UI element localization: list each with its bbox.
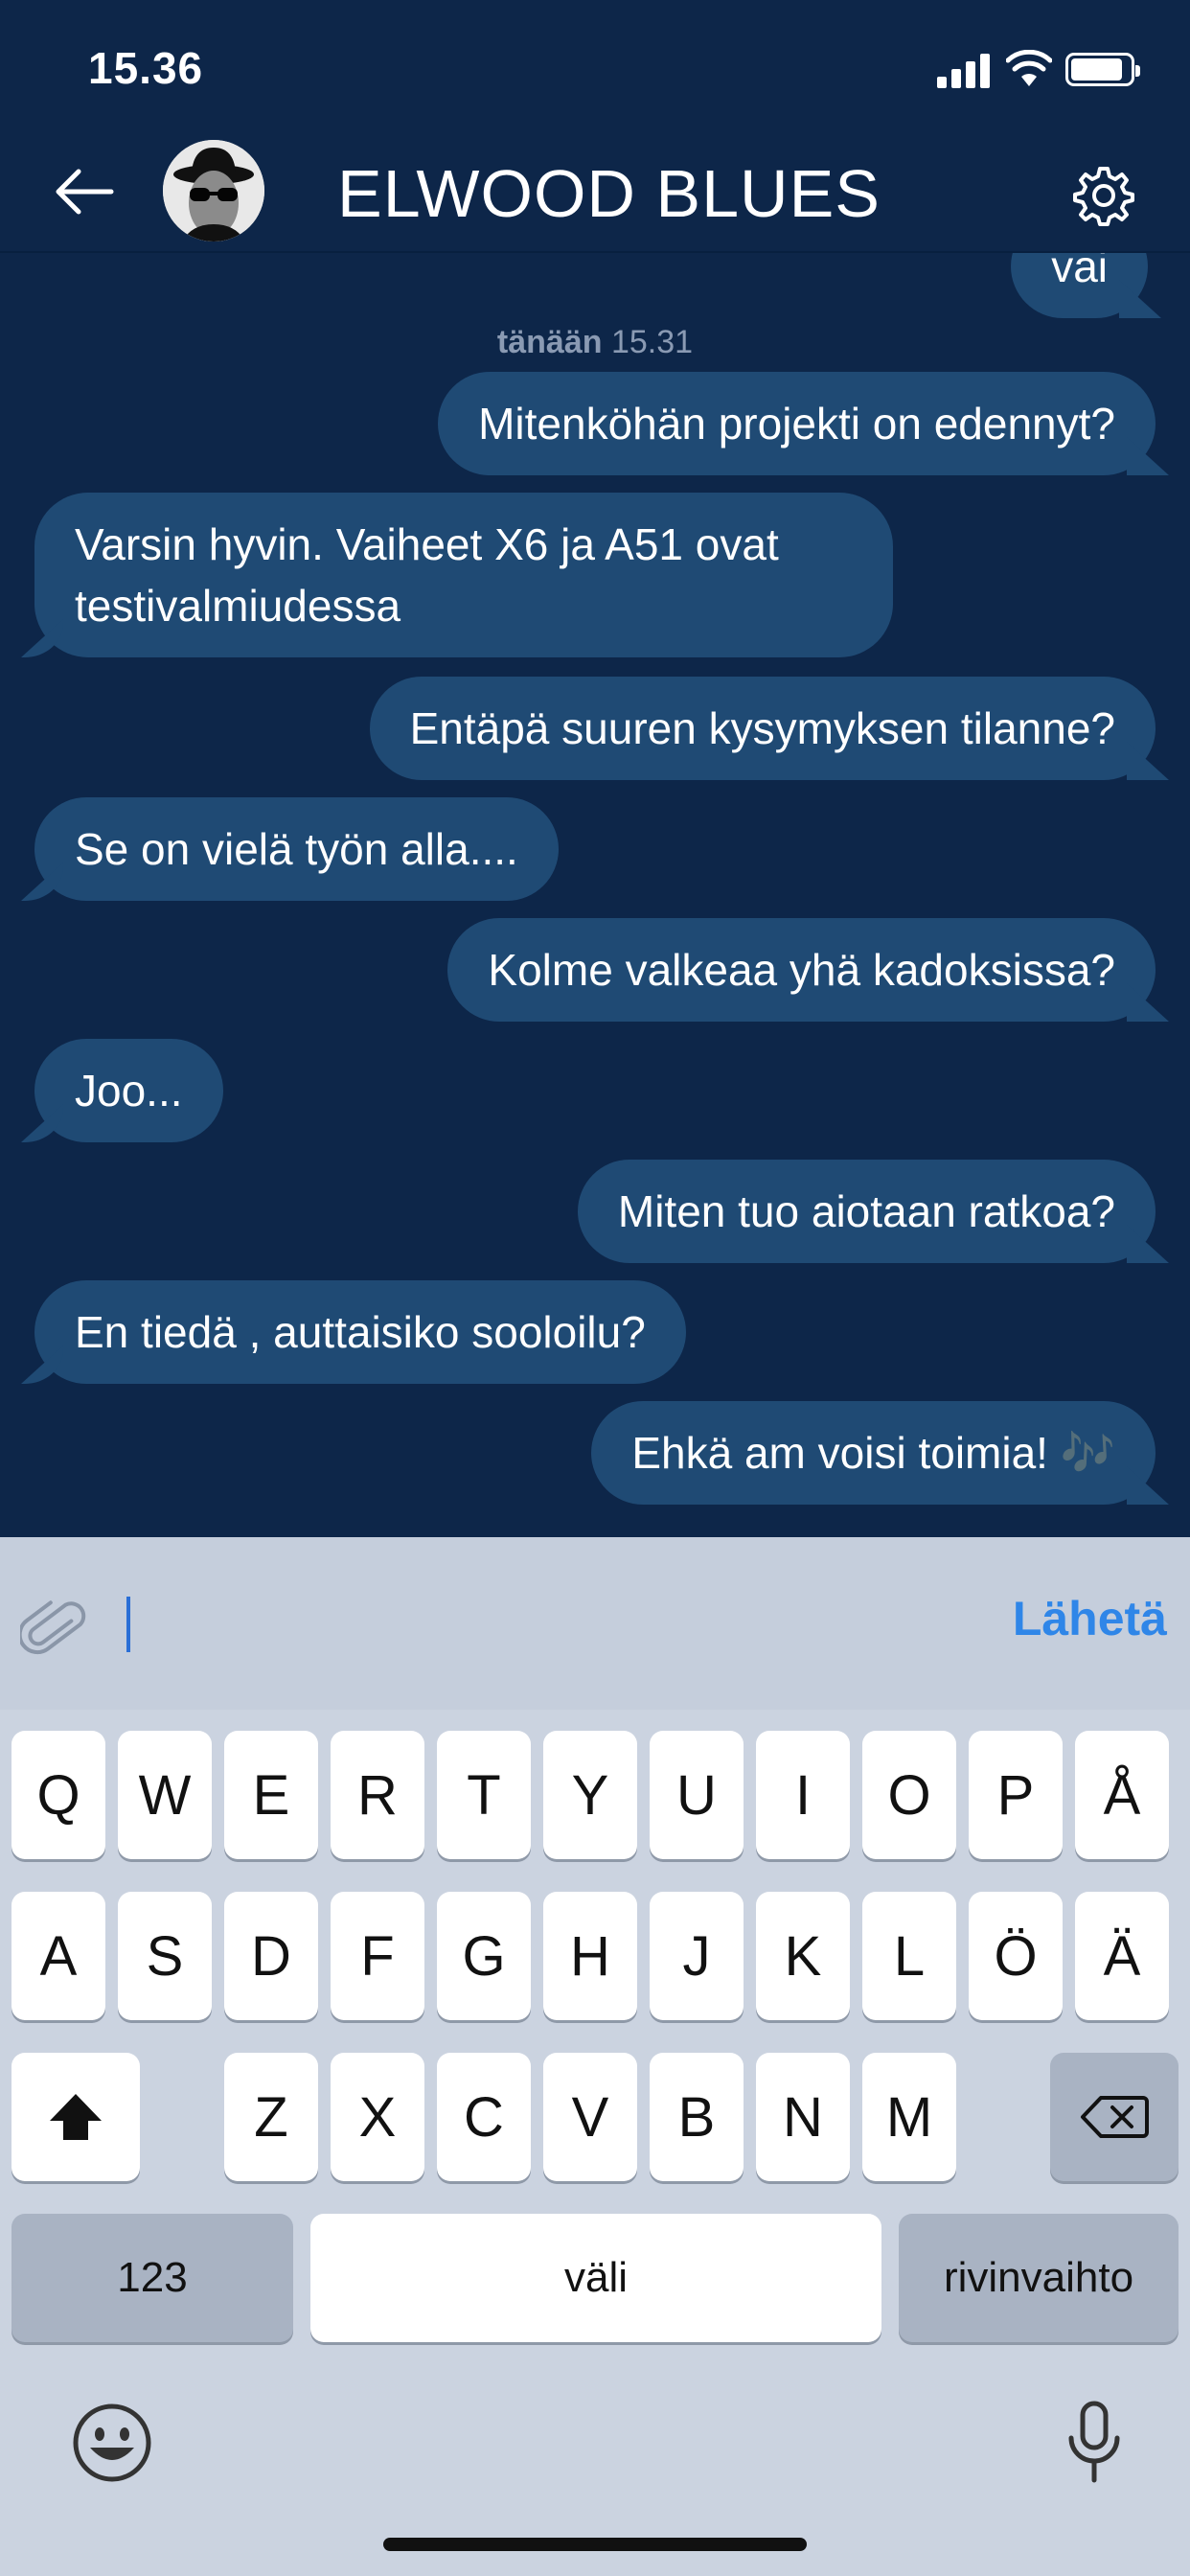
backspace-icon bbox=[1081, 2096, 1149, 2138]
status-time: 15.36 bbox=[88, 43, 204, 93]
message-bubble-received[interactable]: Varsin hyvin. Vaiheet X6 ja A51 ovat tes… bbox=[34, 493, 893, 657]
message-bubble-received[interactable]: Se on vielä työn alla.... bbox=[34, 797, 559, 901]
key-v[interactable]: V bbox=[543, 2053, 637, 2181]
message-bubble-partial[interactable]: vai bbox=[1011, 253, 1148, 318]
message-list[interactable]: vai tänään 15.31 Mitenköhän projekti on … bbox=[0, 253, 1190, 1537]
key-n[interactable]: N bbox=[756, 2053, 850, 2181]
key-k[interactable]: K bbox=[756, 1892, 850, 2020]
message-input[interactable] bbox=[134, 1576, 958, 1671]
message-bubble-received[interactable]: En tiedä , auttaisiko sooloilu? bbox=[34, 1280, 686, 1384]
back-button[interactable] bbox=[46, 153, 123, 230]
shift-arrow-icon bbox=[50, 2094, 102, 2140]
key-o-umlaut[interactable]: Ö bbox=[969, 1892, 1063, 2020]
key-g[interactable]: G bbox=[437, 1892, 531, 2020]
gear-icon bbox=[1073, 167, 1134, 226]
contact-name: ELWOOD BLUES bbox=[337, 156, 881, 231]
message-timestamp: tänään 15.31 bbox=[496, 324, 694, 360]
status-bar: 15.36 bbox=[0, 0, 1190, 134]
wifi-icon bbox=[1006, 50, 1052, 86]
paperclip-icon bbox=[20, 1600, 86, 1655]
avatar[interactable] bbox=[163, 140, 264, 242]
key-t[interactable]: T bbox=[437, 1731, 531, 1859]
key-u[interactable]: U bbox=[650, 1731, 744, 1859]
key-a-ring[interactable]: Å bbox=[1075, 1731, 1169, 1859]
backspace-key[interactable] bbox=[1050, 2053, 1179, 2181]
chat-header: ELWOOD BLUES bbox=[0, 134, 1190, 253]
key-a-umlaut[interactable]: Ä bbox=[1075, 1892, 1169, 2020]
microphone-icon[interactable] bbox=[1065, 2400, 1123, 2486]
key-p[interactable]: P bbox=[969, 1731, 1063, 1859]
shift-key[interactable] bbox=[11, 2053, 140, 2181]
message-bubble-received[interactable]: Joo... bbox=[34, 1039, 223, 1142]
key-h[interactable]: H bbox=[543, 1892, 637, 2020]
keyboard: Q W E R T Y U I O P Å A S D F G H J K L … bbox=[0, 1710, 1190, 2576]
return-key[interactable]: rivinvaihto bbox=[899, 2214, 1179, 2342]
key-x[interactable]: X bbox=[331, 2053, 424, 2181]
key-r[interactable]: R bbox=[331, 1731, 424, 1859]
numbers-key[interactable]: 123 bbox=[11, 2214, 293, 2342]
key-e[interactable]: E bbox=[224, 1731, 318, 1859]
key-w[interactable]: W bbox=[118, 1731, 212, 1859]
attach-button[interactable] bbox=[17, 1593, 90, 1666]
contact-photo-icon bbox=[163, 140, 264, 242]
message-bubble-sent[interactable]: Entäpä suuren kysymyksen tilanne? bbox=[369, 677, 1156, 780]
text-cursor bbox=[126, 1597, 130, 1652]
key-f[interactable]: F bbox=[331, 1892, 424, 2020]
message-composer: Lähetä bbox=[0, 1537, 1190, 1710]
message-bubble-sent[interactable]: Ehkä am voisi toimia! 🎶 bbox=[591, 1401, 1156, 1505]
key-q[interactable]: Q bbox=[11, 1731, 105, 1859]
key-d[interactable]: D bbox=[224, 1892, 318, 2020]
cellular-signal-icon bbox=[937, 54, 991, 88]
message-bubble-sent[interactable]: Kolme valkeaa yhä kadoksissa? bbox=[447, 918, 1156, 1022]
key-m[interactable]: M bbox=[862, 2053, 956, 2181]
arrow-left-icon bbox=[56, 169, 114, 215]
key-s[interactable]: S bbox=[118, 1892, 212, 2020]
key-b[interactable]: B bbox=[650, 2053, 744, 2181]
message-bubble-sent[interactable]: Miten tuo aiotaan ratkoa? bbox=[577, 1160, 1156, 1263]
battery-icon bbox=[1065, 53, 1140, 86]
key-o[interactable]: O bbox=[862, 1731, 956, 1859]
key-j[interactable]: J bbox=[650, 1892, 744, 2020]
key-l[interactable]: L bbox=[862, 1892, 956, 2020]
send-button[interactable]: Lähetä bbox=[1013, 1591, 1167, 1646]
key-a[interactable]: A bbox=[11, 1892, 105, 2020]
settings-button[interactable] bbox=[1065, 157, 1142, 234]
chat-screen: 15.36 ELWOOD BLUES vai tänään 15.31 Mite… bbox=[0, 0, 1190, 2576]
home-indicator[interactable] bbox=[383, 2538, 807, 2551]
emoji-icon[interactable] bbox=[69, 2400, 155, 2486]
key-i[interactable]: I bbox=[756, 1731, 850, 1859]
space-key[interactable]: väli bbox=[310, 2214, 881, 2342]
key-z[interactable]: Z bbox=[224, 2053, 318, 2181]
keyboard-bottom-bar bbox=[0, 2400, 1190, 2524]
key-c[interactable]: C bbox=[437, 2053, 531, 2181]
key-y[interactable]: Y bbox=[543, 1731, 637, 1859]
message-bubble-sent[interactable]: Mitenköhän projekti on edennyt? bbox=[438, 372, 1156, 475]
